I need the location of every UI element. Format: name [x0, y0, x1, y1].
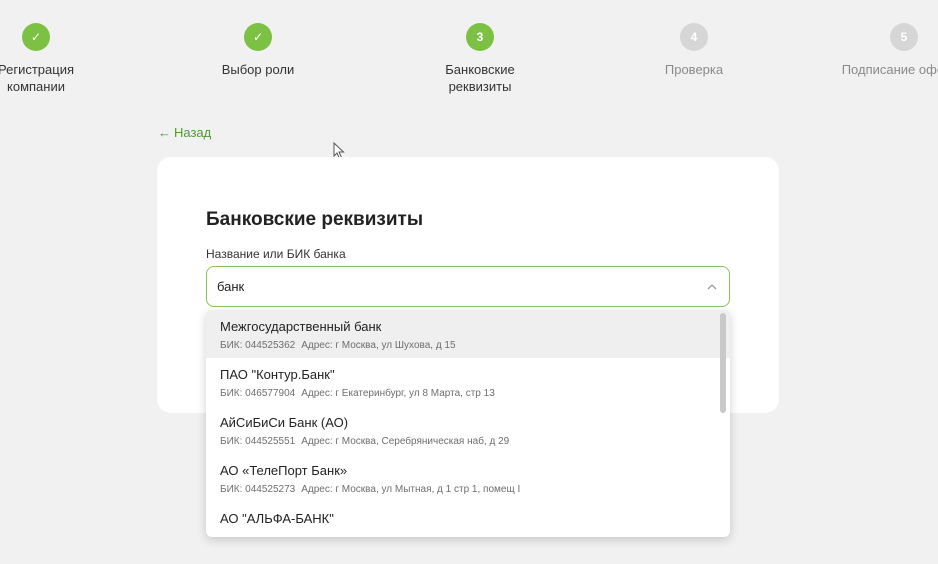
bank-name: АО «ТелеПорт Банк» — [220, 463, 348, 478]
chevron-up-icon[interactable] — [705, 280, 719, 294]
bank-name: АО "АЛЬФА-БАНК" — [220, 511, 334, 526]
list-item[interactable]: АО «ТелеПорт Банк» БИК: 044525273 Адрес: … — [206, 454, 730, 502]
bank-search-input[interactable] — [217, 267, 687, 306]
step-label: Подписание оферты — [841, 62, 938, 77]
arrow-left-icon: ← — [158, 125, 171, 140]
step-label: Банковские реквизиты — [445, 62, 515, 94]
bank-meta: БИК: 044525551 Адрес: г Москва, Серебряни… — [220, 436, 510, 447]
back-link[interactable]: ← Назад — [158, 125, 211, 140]
bank-name: ПАО "Контур.Банк" — [220, 367, 335, 382]
bank-name: АйСиБиСи Банк (АО) — [220, 415, 349, 430]
step-label: Выбор роли — [221, 62, 295, 77]
step-number: 5 — [890, 23, 918, 51]
bank-field-label: Название или БИК банка — [206, 247, 346, 261]
back-link-label: Назад — [174, 125, 212, 140]
bank-suggestions-dropdown: Межгосударственный банк БИК: 044525362 Ад… — [206, 310, 730, 537]
progress-stepper: ✓ Регистрация компании ✓ Выбор роли 3 Ба… — [0, 0, 938, 110]
step-company-registration: ✓ Регистрация компании — [0, 23, 116, 95]
bank-meta: БИК: 044525273 Адрес: г Москва, ул Мытная… — [220, 484, 521, 495]
step-role-selection: ✓ Выбор роли — [178, 23, 338, 78]
step-check-icon: ✓ — [244, 23, 272, 51]
step-verification: 4 Проверка — [614, 23, 774, 78]
step-label: Проверка — [664, 62, 724, 77]
step-check-icon: ✓ — [22, 23, 50, 51]
bank-meta: БИК: 044525362 Адрес: г Москва, ул Шухова… — [220, 340, 456, 351]
list-item[interactable]: Межгосударственный банк БИК: 044525362 Ад… — [206, 310, 730, 358]
bank-meta: БИК: 046577904 Адрес: г Екатеринбург, ул … — [220, 388, 495, 399]
bank-name: Межгосударственный банк — [220, 319, 382, 334]
step-number: 4 — [680, 23, 708, 51]
step-bank-details: 3 Банковские реквизиты — [400, 23, 560, 95]
step-offer-signing: 5 Подписание оферты — [804, 23, 938, 78]
list-item[interactable]: АйСиБиСи Банк (АО) БИК: 044525551 Адрес: … — [206, 406, 730, 454]
dropdown-scrollbar[interactable] — [720, 313, 726, 413]
page-title: Банковские реквизиты — [206, 209, 424, 230]
list-item[interactable]: ПАО "Контур.Банк" БИК: 046577904 Адрес: г… — [206, 358, 730, 406]
list-item[interactable]: АО "АЛЬФА-БАНК" — [206, 502, 730, 537]
step-number: 3 — [466, 23, 494, 51]
step-label: Регистрация компании — [0, 62, 74, 94]
bank-search-combobox[interactable] — [206, 266, 730, 307]
